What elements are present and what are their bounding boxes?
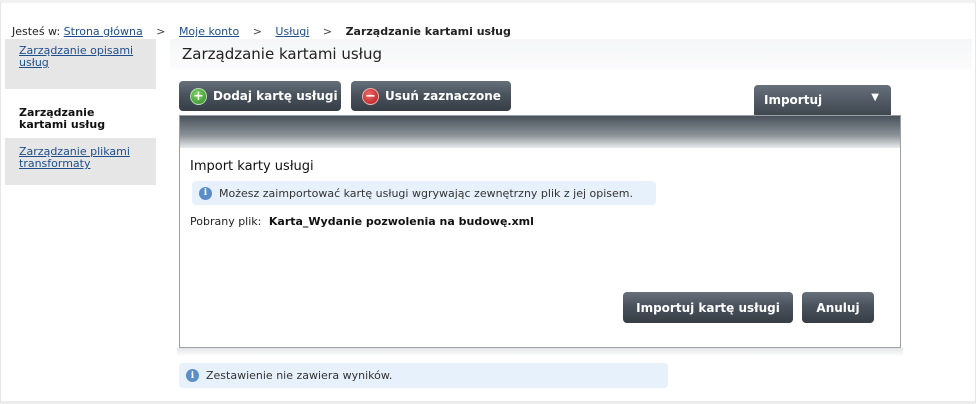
breadcrumb-link-home[interactable]: Strona główna <box>64 25 143 38</box>
sidebar-item-service-descriptions[interactable]: Zarządzanie opisami usług <box>5 39 156 89</box>
info-icon: i <box>186 369 199 382</box>
page-title: Zarządzanie kartami usług <box>182 45 382 63</box>
minus-circle-icon: − <box>362 87 379 105</box>
no-results-message: i Zestawienie nie zawiera wyników. <box>179 363 668 388</box>
sidebar-item-label: Zarządzanie kartami usług <box>19 106 106 131</box>
import-panel-header <box>180 116 900 148</box>
downloaded-file-row: Pobrany plik: Karta_Wydanie pozwolenia n… <box>190 215 534 228</box>
file-label: Pobrany plik: <box>190 215 262 228</box>
import-info-message: i Możesz zaimportować kartę usługi wgryw… <box>192 181 656 205</box>
breadcrumb-separator: > <box>156 25 166 38</box>
import-tab[interactable]: Importuj ▼ <box>754 85 891 115</box>
breadcrumb-separator: > <box>252 25 262 38</box>
plus-circle-icon: + <box>190 87 207 105</box>
info-icon: i <box>199 186 212 200</box>
import-service-card-button[interactable]: Importuj kartę usługi <box>623 292 793 323</box>
breadcrumb-link-services[interactable]: Usługi <box>275 25 309 38</box>
page-title-bar: Zarządzanie kartami usług <box>170 39 972 69</box>
panel-shadow <box>177 348 903 356</box>
sidebar-item-transform-files[interactable]: Zarządzanie plikami transformaty <box>5 138 156 185</box>
import-tab-label: Importuj <box>764 93 823 107</box>
add-service-card-button[interactable]: + Dodaj kartę usługi <box>179 81 341 111</box>
import-panel-title: Import karty usługi <box>190 159 314 174</box>
import-panel: Import karty usługi i Możesz zaimportowa… <box>179 115 901 348</box>
sidebar-item-label: Zarządzanie plikami transformaty <box>19 145 130 170</box>
sidebar-item-label: Zarządzanie opisami usług <box>19 44 134 69</box>
breadcrumb-link-account[interactable]: Moje konto <box>179 25 239 38</box>
sidebar-item-service-cards[interactable]: Zarządzanie kartami usług <box>5 89 156 138</box>
breadcrumb-separator: > <box>322 25 333 38</box>
breadcrumb-prefix: Jesteś w: <box>12 25 61 38</box>
file-name: Karta_Wydanie pozwolenia na budowę.xml <box>268 215 534 228</box>
breadcrumb-current: Zarządzanie kartami usług <box>345 25 511 38</box>
add-service-card-label: Dodaj kartę usługi <box>213 89 338 103</box>
import-info-text: Możesz zaimportować kartę usługi wgrywaj… <box>219 186 634 200</box>
no-results-text: Zestawienie nie zawiera wyników. <box>206 369 393 382</box>
delete-selected-label: Usuń zaznaczone <box>385 89 501 103</box>
chevron-down-icon: ▼ <box>871 92 879 103</box>
delete-selected-button[interactable]: − Usuń zaznaczone <box>351 81 511 111</box>
sidebar: Zarządzanie opisami usług Zarządzanie ka… <box>5 39 156 185</box>
breadcrumb: Jesteś w: Strona główna > Moje konto > U… <box>12 25 511 38</box>
cancel-button[interactable]: Anuluj <box>802 292 874 323</box>
